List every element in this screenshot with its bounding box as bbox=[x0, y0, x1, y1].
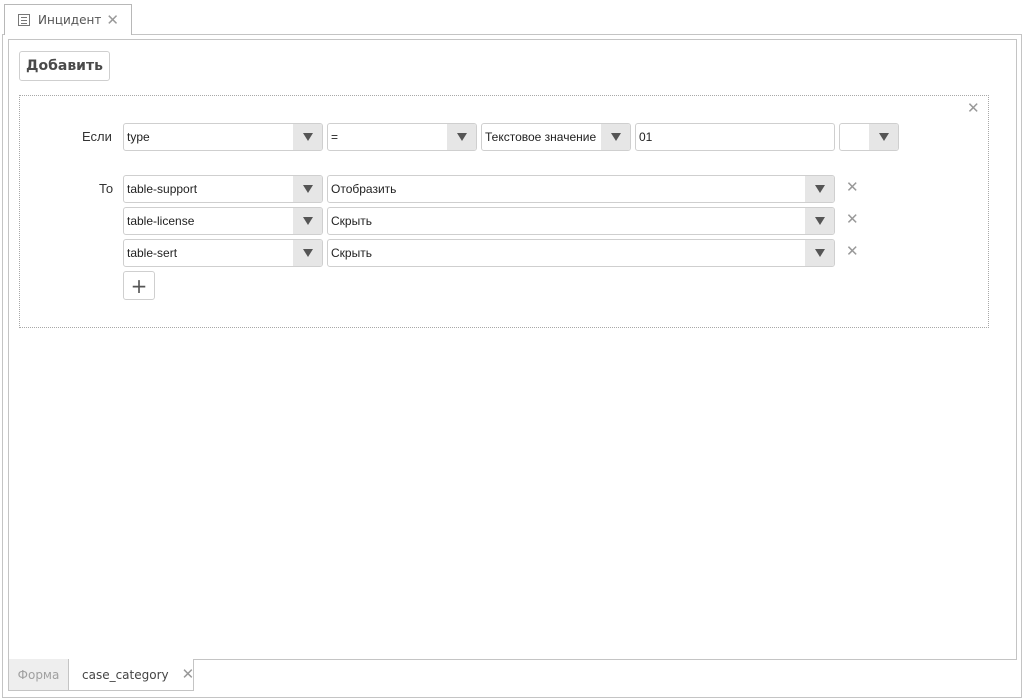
action-type-value: Скрыть bbox=[331, 246, 372, 260]
tab-label: Инцидент bbox=[38, 13, 102, 27]
document-icon bbox=[18, 14, 30, 26]
delete-action-icon[interactable]: ✕ bbox=[846, 244, 859, 259]
chevron-down-icon bbox=[293, 208, 322, 234]
tab-incident[interactable]: Инцидент ✕ bbox=[4, 4, 132, 35]
condition-extra-select[interactable] bbox=[839, 123, 899, 151]
action-target-value: table-license bbox=[127, 214, 195, 228]
condition-value-type-select[interactable]: Текстовое значение bbox=[481, 123, 631, 151]
chevron-down-icon bbox=[293, 240, 322, 266]
action-type-select[interactable]: Отобразить bbox=[327, 175, 835, 203]
chevron-down-icon bbox=[805, 240, 834, 266]
then-label: То bbox=[99, 181, 114, 196]
chevron-down-icon bbox=[869, 124, 898, 150]
plus-icon: + bbox=[130, 273, 148, 298]
condition-field-select[interactable]: type bbox=[123, 123, 323, 151]
tab-label: case_category bbox=[82, 667, 169, 682]
condition-value-input[interactable] bbox=[635, 123, 835, 151]
chevron-down-icon bbox=[293, 176, 322, 202]
action-type-value: Скрыть bbox=[331, 214, 372, 228]
action-type-select[interactable]: Скрыть bbox=[327, 239, 835, 267]
delete-action-icon[interactable]: ✕ bbox=[846, 180, 859, 195]
action-type-value: Отобразить bbox=[331, 182, 397, 196]
chevron-down-icon bbox=[293, 124, 322, 150]
tab-label: Форма bbox=[17, 667, 60, 682]
close-tab-icon[interactable]: ✕ bbox=[182, 667, 195, 682]
action-target-select[interactable]: table-license bbox=[123, 207, 323, 235]
condition-operator-value: = bbox=[331, 130, 339, 144]
delete-rule-icon[interactable]: ✕ bbox=[967, 101, 980, 116]
if-label: Если bbox=[82, 129, 112, 144]
condition-value-type-value: Текстовое значение bbox=[485, 130, 597, 144]
chevron-down-icon bbox=[805, 208, 834, 234]
chevron-down-icon bbox=[805, 176, 834, 202]
add-rule-button[interactable]: Добавить bbox=[19, 51, 110, 81]
chevron-down-icon bbox=[601, 124, 630, 150]
tab-case-category[interactable]: case_category ✕ bbox=[68, 659, 194, 691]
condition-operator-select[interactable]: = bbox=[327, 123, 477, 151]
action-type-select[interactable]: Скрыть bbox=[327, 207, 835, 235]
tab-form[interactable]: Форма bbox=[8, 659, 69, 691]
action-target-value: table-support bbox=[127, 182, 198, 196]
action-target-value: table-sert bbox=[127, 246, 178, 260]
close-tab-icon[interactable]: ✕ bbox=[106, 12, 119, 28]
delete-action-icon[interactable]: ✕ bbox=[846, 212, 859, 227]
action-target-select[interactable]: table-sert bbox=[123, 239, 323, 267]
add-action-button[interactable]: + bbox=[123, 271, 155, 300]
action-target-select[interactable]: table-support bbox=[123, 175, 323, 203]
condition-field-value: type bbox=[127, 130, 150, 144]
chevron-down-icon bbox=[447, 124, 476, 150]
